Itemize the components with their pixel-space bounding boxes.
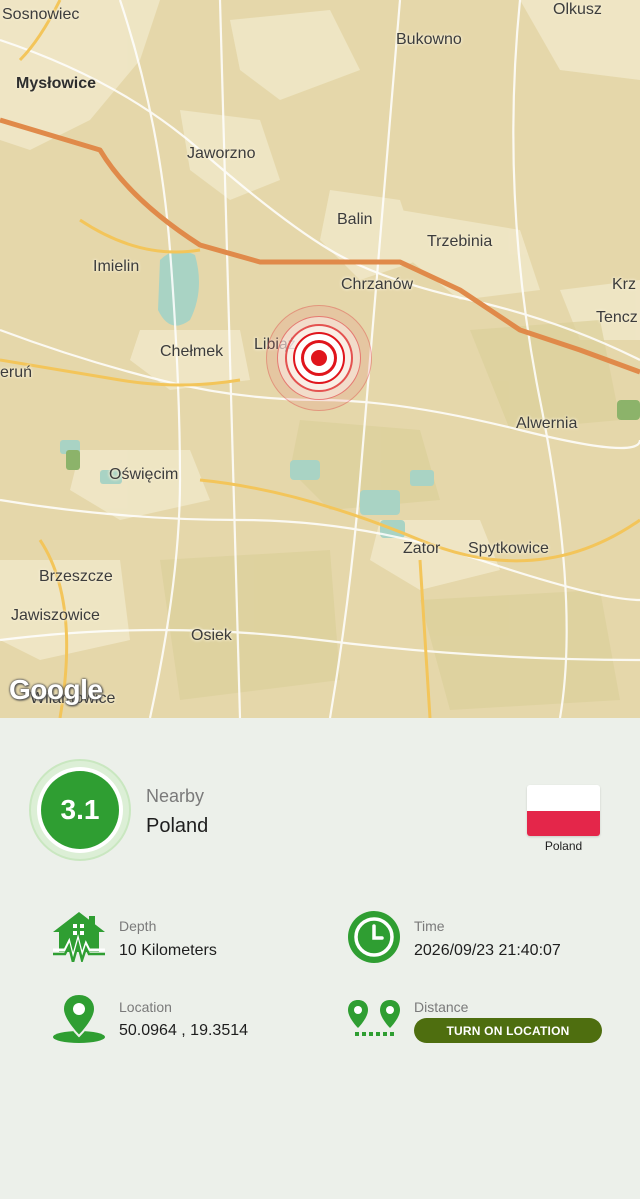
quake-info-panel: 3.1 Nearby Poland Poland Depth 10 Kilome…: [0, 718, 640, 1199]
map-label-krz: Krz: [612, 276, 636, 293]
flag-label: Poland: [544, 839, 583, 853]
map-label-bukowno: Bukowno: [396, 31, 462, 48]
map-label-jaworzno: Jaworzno: [187, 145, 256, 162]
magnitude-badge: 3.1: [41, 771, 119, 849]
region-label: Nearby: [146, 786, 205, 806]
depth-label: Depth: [119, 918, 157, 934]
map-pin-icon: [53, 992, 105, 1043]
time-value: 2026/09/23 21:40:07: [414, 942, 561, 959]
time-label: Time: [414, 918, 445, 934]
location-label: Location: [119, 999, 172, 1015]
turn-on-location-button[interactable]: TURN ON LOCATION: [414, 1018, 602, 1043]
depth-value: 10 Kilometers: [119, 942, 217, 959]
map-label-chelmek: Chełmek: [160, 343, 224, 360]
map-label-spytkowice: Spytkowice: [468, 540, 549, 557]
map-label-chrzanow: Chrzanów: [341, 276, 414, 293]
map-label-oswiecim: Oświęcim: [109, 466, 179, 483]
map-label-tencz: Tencz: [596, 309, 638, 326]
map-label-zator: Zator: [403, 540, 441, 557]
distance-label: Distance: [414, 999, 469, 1015]
clock-icon: [348, 911, 400, 963]
map-label-alwernia: Alwernia: [516, 415, 578, 432]
map-label-brzeszcze: Brzeszcze: [39, 568, 113, 585]
map-label-erun: eruń: [0, 364, 33, 381]
map-label-myslowice: Mysłowice: [16, 75, 97, 92]
map-view[interactable]: Sosnowiec Olkusz Bukowno Mysłowice Jawor…: [0, 0, 640, 718]
location-value: 50.0964 , 19.3514: [119, 1022, 249, 1039]
distance-pins-icon: [348, 1000, 400, 1036]
map-label-jawiszowice: Jawiszowice: [11, 607, 100, 624]
map-label-sosnowiec: Sosnowiec: [2, 6, 80, 23]
map-label-imielin: Imielin: [93, 258, 140, 275]
poland-flag-icon: [527, 785, 600, 836]
google-logo: Google: [9, 674, 103, 705]
map-label-trzebinia: Trzebinia: [427, 233, 493, 250]
map-label-osiek: Osiek: [191, 627, 232, 644]
map-label-olkusz: Olkusz: [553, 1, 602, 18]
house-seismic-icon: [53, 912, 105, 962]
map-label-balin: Balin: [337, 211, 373, 228]
country-name: Poland: [146, 815, 209, 837]
